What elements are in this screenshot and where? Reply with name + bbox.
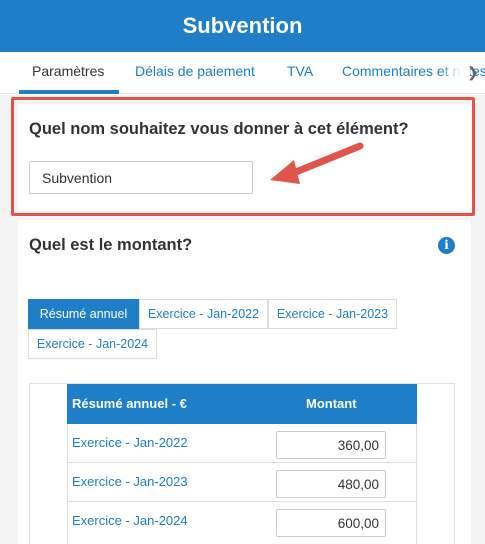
arrow-icon [270,142,364,184]
row-label: Exercice - Jan-2022 [72,435,188,450]
table-row: Exercice - Jan-2023 [67,463,417,502]
amount-input[interactable] [276,509,386,537]
chevron-right-icon[interactable]: ❯ [466,62,480,82]
table-row: Exercice - Jan-2022 [67,424,417,463]
table-header: Résumé annuel - € Montant [67,384,417,424]
row-label: Exercice - Jan-2023 [72,474,188,489]
period-tab-jan-2022[interactable]: Exercice - Jan-2022 [139,299,268,329]
app-header: Subvention [0,0,485,52]
period-tab-jan-2023[interactable]: Exercice - Jan-2023 [268,299,397,329]
amount-input[interactable] [276,431,386,459]
tab-tva[interactable]: TVA [287,52,313,94]
table-row: Exercice - Jan-2024 [67,502,417,541]
highlight-box [11,97,475,216]
amount-input[interactable] [276,470,386,498]
active-tab-indicator [19,90,119,94]
tab-bar: Paramètres Délais de paiement TVA Commen… [0,52,485,94]
period-tab-resume-annuel[interactable]: Résumé annuel [28,299,139,329]
element-name-input[interactable] [29,161,253,194]
row-label: Exercice - Jan-2024 [72,513,188,528]
info-icon[interactable]: i [438,237,455,254]
page-title: Subvention [182,13,303,38]
column-header-period: Résumé annuel - € [72,396,187,411]
column-header-amount: Montant [306,396,357,411]
period-tab-jan-2024[interactable]: Exercice - Jan-2024 [28,329,157,359]
tab-parametres[interactable]: Paramètres [32,52,104,94]
tab-delais-de-paiement[interactable]: Délais de paiement [135,52,255,94]
amount-question: Quel est le montant? [29,236,193,254]
